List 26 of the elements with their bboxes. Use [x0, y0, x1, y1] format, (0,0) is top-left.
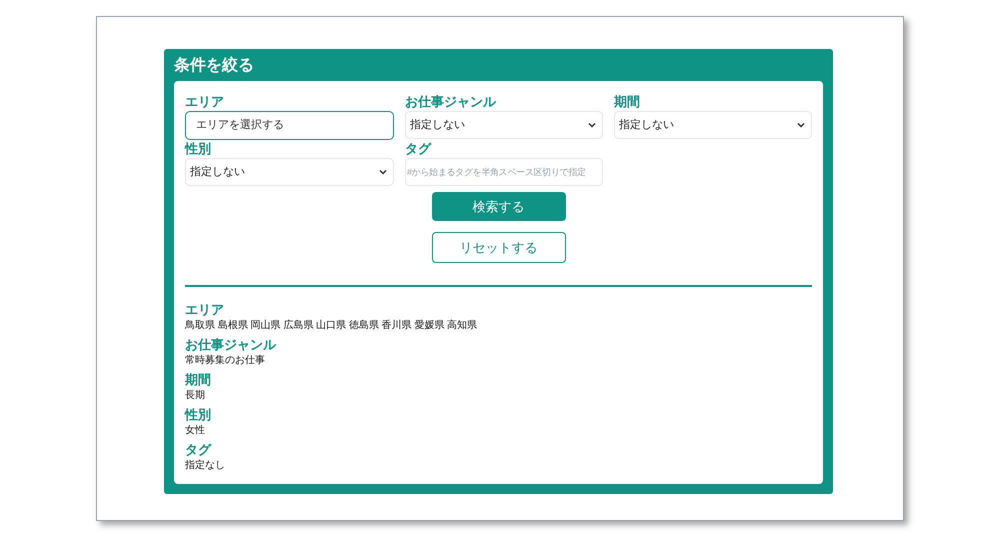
summary-value: 女性: [185, 424, 205, 438]
summary-heading: 性別: [185, 406, 211, 423]
field-label: お仕事ジャンル: [405, 93, 498, 111]
summary-heading: お仕事ジャンル: [185, 336, 276, 353]
field-label: 性別: [185, 140, 212, 158]
summary-value: 鳥取県 島根県 岡山県 広島県 山口県 徳島県 香川県 愛媛県 高知県: [185, 318, 478, 333]
field-label: エリア: [185, 93, 225, 111]
chevron-down-icon: [379, 169, 387, 175]
panel-title: 条件を絞る: [174, 55, 255, 76]
summary-value: 指定なし: [185, 458, 225, 473]
summary-heading: 期間: [185, 371, 211, 388]
chevron-down-icon: [797, 122, 805, 128]
area-picker-button[interactable]: エリアを選択する: [185, 111, 394, 140]
chevron-down-icon: [588, 122, 596, 128]
summary-heading: エリア: [185, 301, 224, 318]
field-label: タグ: [405, 140, 432, 158]
search-button[interactable]: 検索する: [432, 192, 566, 221]
select-field[interactable]: 指定しない: [614, 111, 812, 139]
field-label: 期間: [614, 93, 641, 111]
summary-heading: タグ: [185, 441, 211, 458]
reset-button[interactable]: リセットする: [432, 232, 566, 263]
select-field[interactable]: 指定しない: [185, 158, 394, 186]
select-field[interactable]: 指定しない: [405, 111, 603, 139]
tag-input-field[interactable]: #から始まるタグを半角スペース区切りで指定: [405, 158, 603, 186]
summary-value: 長期: [185, 388, 205, 403]
summary-value: 常時募集のお仕事: [185, 354, 265, 368]
